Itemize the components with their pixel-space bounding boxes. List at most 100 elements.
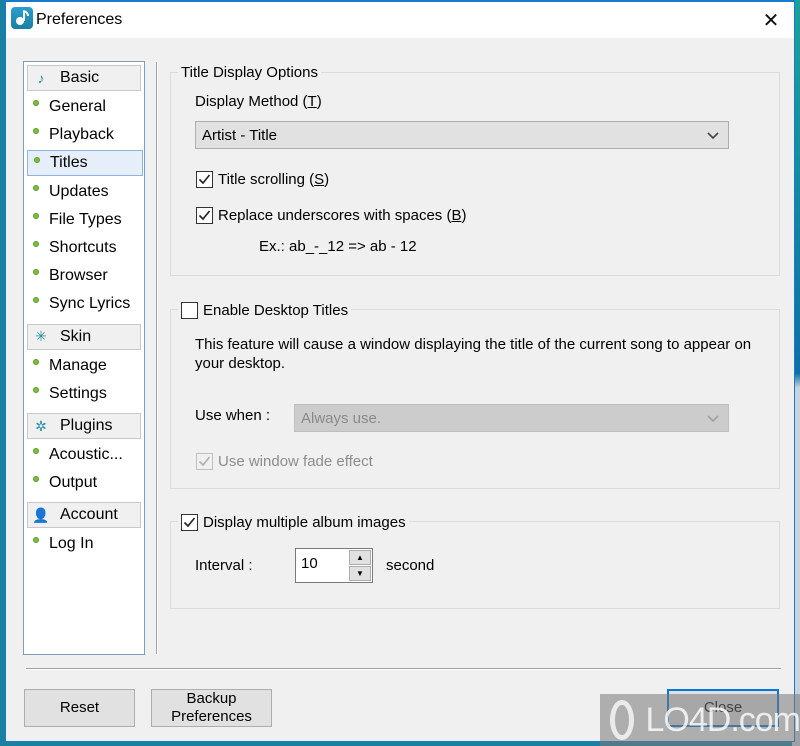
display-method-value: Artist - Title (202, 126, 278, 144)
use-when-label: Use when : (195, 407, 271, 424)
checkmark-icon (198, 210, 211, 221)
bullet-icon (34, 157, 40, 164)
sidebar-item-label: Output (49, 474, 98, 492)
title-display-options-legend: Title Display Options (178, 62, 321, 82)
bullet-icon (33, 476, 39, 483)
user-icon: 👤 (32, 506, 50, 523)
enable-desktop-titles-checkbox[interactable] (181, 301, 198, 319)
bullet-icon (33, 386, 39, 393)
interval-label: Interval : (195, 557, 253, 574)
sidebar-item-label: Log In (49, 535, 94, 553)
use-when-dropdown[interactable]: Always use. (294, 404, 729, 432)
sidebar-item-titles[interactable]: Titles (27, 150, 143, 177)
music-note-icon: ♪ (37, 70, 45, 86)
sidebar-item-playback[interactable]: Playback (27, 122, 143, 148)
checkmark-icon (198, 456, 211, 467)
sidebar-category-label: Skin (60, 327, 92, 345)
sidebar-item-label: File Types (49, 210, 122, 228)
bullet-icon (33, 184, 39, 191)
checkmark-icon (183, 516, 196, 527)
backup-preferences-button[interactable]: Backup Preferences (151, 689, 272, 727)
display-multiple-album-images-label[interactable]: Display multiple album images (203, 514, 406, 531)
watermark: LO4D.com (600, 694, 800, 746)
underscore-example: Ex.: ab_-_12 => ab - 12 (259, 238, 417, 255)
sidebar-category-plugins: ✲ Plugins (27, 413, 141, 439)
sidebar-item-browser[interactable]: Browser (27, 263, 143, 289)
footer-divider (26, 668, 781, 670)
sidebar-item-label: Shortcuts (49, 239, 117, 256)
use-when-value: Always use. (301, 409, 382, 427)
bullet-icon (33, 212, 39, 219)
display-multiple-album-images-checkbox[interactable] (181, 513, 198, 531)
sidebar-item-sync-lyrics[interactable]: Sync Lyrics (27, 291, 143, 317)
sidebar-category-label: Account (60, 506, 118, 524)
sidebar-item-log-in[interactable]: Log In (27, 531, 143, 557)
interval-value[interactable]: 10 (301, 555, 318, 572)
bullet-icon (33, 100, 39, 106)
reset-button[interactable]: Reset (24, 689, 135, 727)
sidebar-category-account: 👤 Account (27, 502, 141, 529)
arrow-up-icon: ▲ (356, 553, 364, 562)
window-title: Preferences (36, 11, 123, 28)
sidebar-item-settings[interactable]: Settings (27, 381, 143, 407)
bullet-icon (33, 241, 39, 247)
close-icon: ✕ (762, 9, 780, 32)
enable-desktop-titles-label[interactable]: Enable Desktop Titles (203, 302, 348, 319)
watermark-logo-icon (610, 700, 634, 740)
checkmark-icon (198, 174, 211, 185)
vertical-divider (156, 62, 158, 654)
title-scrolling-label[interactable]: Title scrolling (S) (218, 171, 329, 188)
chevron-down-icon (706, 128, 720, 146)
desktop-titles-description: This feature will cause a window display… (195, 336, 752, 372)
window-fade-label[interactable]: Use window fade effect (218, 453, 373, 470)
gear-icon: ✲ (35, 417, 47, 434)
backup-line-1: Backup (186, 690, 237, 707)
sidebar-item-acoustic[interactable]: Acoustic... (27, 442, 143, 468)
chevron-down-icon (706, 411, 720, 429)
album-images-group (170, 521, 780, 609)
bullet-icon (33, 269, 39, 276)
sidebar-category-skin: ✳ Skin (27, 323, 141, 350)
interval-increment-button[interactable]: ▲ (349, 550, 371, 565)
sidebar-category-label: Plugins (60, 417, 113, 434)
sidebar-item-label: General (49, 98, 106, 115)
title-scrolling-checkbox[interactable] (196, 171, 213, 188)
window-fade-checkbox[interactable] (196, 453, 213, 470)
watermark-text: LO4D.com (645, 700, 800, 739)
replace-underscores-label[interactable]: Replace underscores with spaces (B) (218, 207, 466, 224)
replace-underscores-checkbox[interactable] (196, 207, 213, 224)
category-sidebar: ♪ Basic General Playback Titles Updates File T… (23, 61, 145, 655)
sidebar-item-shortcuts[interactable]: Shortcuts (27, 235, 143, 261)
sidebar-item-general[interactable]: General (27, 94, 143, 120)
desktop-titles-legend: Enable Desktop Titles (178, 300, 352, 320)
sidebar-item-label: Browser (49, 267, 108, 285)
title-bar: Preferences ✕ (6, 2, 794, 38)
sidebar-item-output[interactable]: Output (27, 470, 143, 496)
bullet-icon (33, 448, 39, 454)
display-method-dropdown[interactable]: Artist - Title (195, 121, 729, 149)
sidebar-item-file-types[interactable]: File Types (27, 207, 143, 233)
sidebar-item-label: Titles (50, 154, 88, 172)
interval-spinner[interactable]: 10 ▲ ▼ (295, 548, 373, 583)
sidebar-item-updates[interactable]: Updates (27, 179, 143, 205)
sidebar-category-basic: ♪ Basic (27, 65, 141, 91)
bullet-icon (33, 128, 39, 135)
sidebar-item-label: Settings (49, 384, 107, 402)
interval-unit: second (386, 557, 435, 574)
album-images-legend: Display multiple album images (178, 512, 409, 532)
window-close-button[interactable]: ✕ (748, 2, 794, 38)
sidebar-item-label: Sync Lyrics (49, 295, 131, 313)
sidebar-item-manage[interactable]: Manage (27, 353, 143, 379)
preferences-window: Preferences ✕ ♪ Basic General Playback Title… (5, 0, 795, 742)
sidebar-category-label: Basic (60, 69, 100, 86)
sidebar-item-label: Playback (49, 126, 114, 144)
interval-decrement-button[interactable]: ▼ (349, 566, 371, 581)
backup-line-2: Preferences (171, 708, 252, 725)
display-method-label: Display Method (T) (195, 93, 322, 110)
group-title: Title Display Options (181, 63, 318, 81)
magic-wand-icon: ✳ (35, 328, 47, 345)
sidebar-item-label: Acoustic... (49, 446, 123, 463)
app-logo-icon (11, 7, 33, 29)
arrow-down-icon: ▼ (356, 569, 364, 578)
sidebar-item-label: Updates (49, 182, 109, 200)
